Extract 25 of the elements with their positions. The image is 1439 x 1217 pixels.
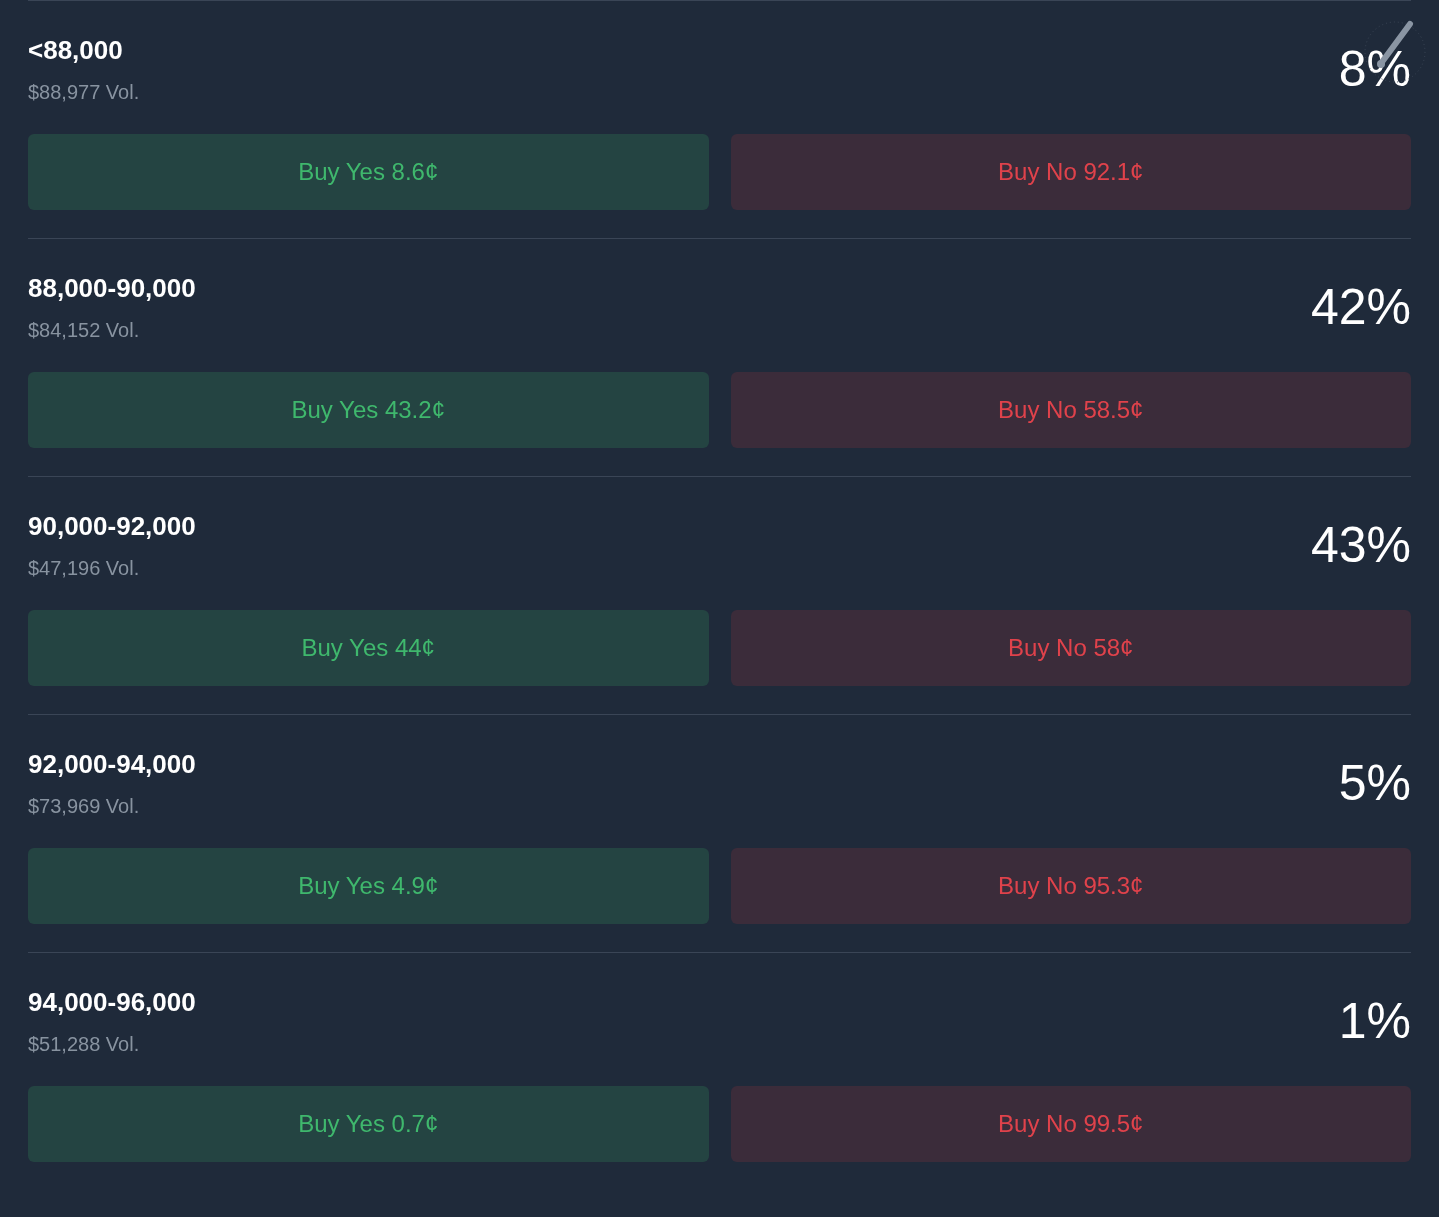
chance-percent: 5%	[1338, 754, 1411, 812]
volume-text: $88,977 Vol.	[28, 80, 140, 105]
buy-no-button[interactable]: Buy No 95.3¢	[730, 848, 1411, 924]
buy-yes-button[interactable]: Buy Yes 44¢	[28, 610, 709, 686]
volume-text: $51,288 Vol.	[28, 1032, 141, 1057]
chance-percent: 42%	[1310, 278, 1411, 336]
buy-no-button[interactable]: Buy No 58¢	[730, 610, 1411, 686]
chance-percent: 43%	[1310, 516, 1411, 574]
volume-text: $47,196 Vol.	[28, 556, 141, 581]
outcome-range: 92,000-94,000	[28, 748, 196, 781]
buy-yes-button[interactable]: Buy Yes 43.2¢	[28, 372, 709, 448]
buy-no-button[interactable]: Buy No 92.1¢	[730, 134, 1411, 210]
buy-no-button[interactable]: Buy No 99.5¢	[730, 1086, 1411, 1162]
chance-percent: 1%	[1338, 992, 1411, 1050]
volume-text: $73,969 Vol.	[28, 794, 141, 819]
buy-yes-button[interactable]: Buy Yes 0.7¢	[28, 1086, 709, 1162]
buy-no-button[interactable]: Buy No 58.5¢	[730, 372, 1411, 448]
buy-yes-button[interactable]: Buy Yes 8.6¢	[28, 134, 709, 210]
volume-text: $84,152 Vol.	[28, 318, 141, 343]
buy-yes-button[interactable]: Buy Yes 4.9¢	[28, 848, 709, 924]
outcome-range: 94,000-96,000	[28, 986, 196, 1019]
chance-percent: 8%	[1338, 40, 1411, 98]
outcome-range: 90,000-92,000	[28, 510, 196, 543]
outcome-range: <88,000	[28, 34, 124, 67]
outcome-range: 88,000-90,000	[28, 272, 196, 305]
